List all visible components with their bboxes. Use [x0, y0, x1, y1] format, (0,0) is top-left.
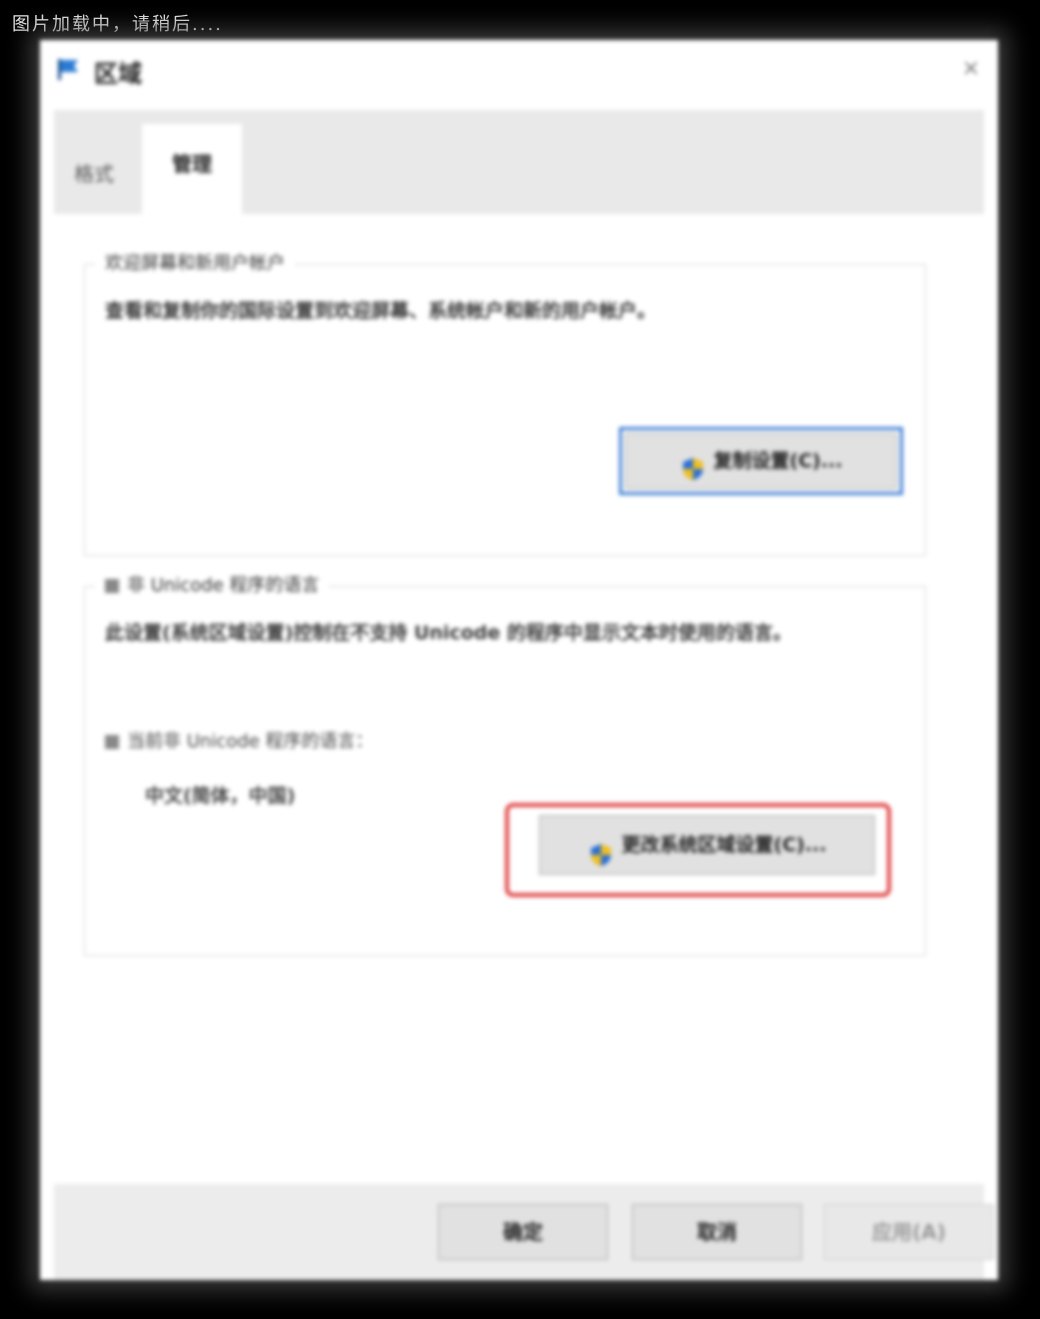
shield-icon [105, 579, 119, 593]
current-language-value: 中文(简体，中国) [145, 785, 296, 807]
tab-strip: 格式 管理 [54, 110, 984, 214]
change-system-locale-button[interactable]: 更改系统区域设置(C)... [539, 815, 875, 875]
welcome-group-description: 查看和复制你的国际设置到欢迎屏幕、系统帐户和新的用户帐户。 [105, 300, 657, 322]
region-flag-icon [56, 56, 82, 82]
administrative-panel: 欢迎屏幕和新用户帐户 查看和复制你的国际设置到欢迎屏幕、系统帐户和新的用户帐户。… [54, 214, 984, 1174]
current-language-label-text: 当前非 Unicode 程序的语言： [127, 731, 374, 752]
titlebar: 区域 × [40, 40, 998, 102]
uac-shield-icon [588, 833, 614, 866]
non-unicode-group: 非 Unicode 程序的语言 此设置(系统区域设置)控制在不支持 Unicod… [84, 571, 926, 956]
dialog-footer: 确定 取消 应用(A) [54, 1184, 994, 1280]
tab-administrative[interactable]: 管理 [142, 124, 242, 214]
ok-button[interactable]: 确定 [438, 1204, 608, 1260]
uac-shield-icon [680, 449, 706, 480]
cancel-button[interactable]: 取消 [632, 1204, 802, 1260]
tab-formats[interactable]: 格式 [54, 144, 134, 204]
non-unicode-group-legend: 非 Unicode 程序的语言 [95, 571, 330, 597]
copy-settings-button[interactable]: 复制设置(C)... [619, 427, 903, 495]
welcome-screen-group: 欢迎屏幕和新用户帐户 查看和复制你的国际设置到欢迎屏幕、系统帐户和新的用户帐户。… [84, 249, 926, 556]
dialog-title: 区域 [94, 60, 142, 88]
non-unicode-legend-text: 非 Unicode 程序的语言 [127, 575, 320, 596]
globe-icon [105, 735, 119, 749]
current-language-label: 当前非 Unicode 程序的语言： [105, 727, 373, 753]
welcome-group-legend: 欢迎屏幕和新用户帐户 [95, 249, 295, 275]
region-dialog: 区域 × 格式 管理 欢迎屏幕和新用户帐户 查看和复制你的国际设置到欢迎屏幕、系… [40, 40, 998, 1280]
change-system-locale-label: 更改系统区域设置(C)... [621, 834, 827, 856]
loading-banner: 图片加载中，请稍后.... [12, 14, 223, 35]
apply-button[interactable]: 应用(A) [824, 1204, 994, 1260]
non-unicode-description: 此设置(系统区域设置)控制在不支持 Unicode 的程序中显示文本时使用的语言… [105, 622, 792, 644]
copy-settings-label: 复制设置(C)... [713, 450, 843, 472]
close-button[interactable]: × [954, 52, 988, 86]
